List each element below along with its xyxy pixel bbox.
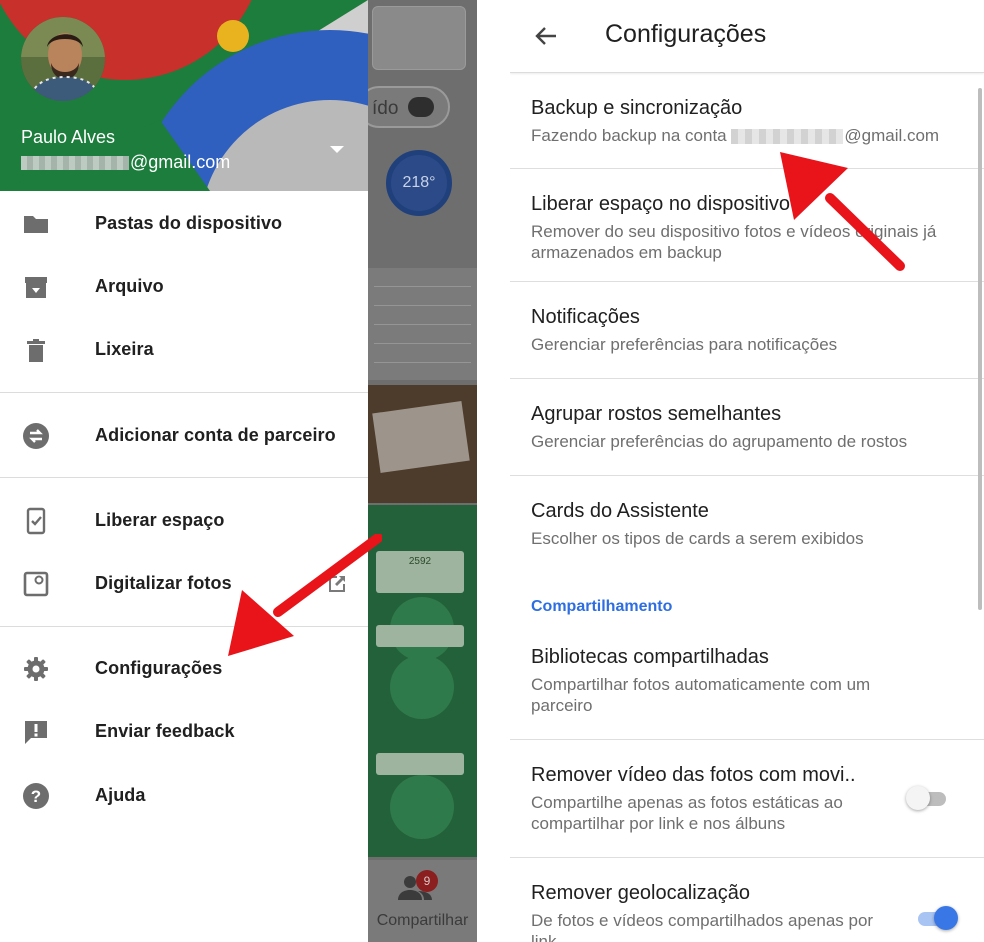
avatar-photo xyxy=(21,17,105,101)
setting-description: Escolher os tipos de cards a serem exibi… xyxy=(531,529,864,548)
setting-face-grouping[interactable]: Agrupar rostos semelhantes Gerenciar pre… xyxy=(510,379,984,475)
setting-title: Cards do Assistente xyxy=(531,500,709,522)
page-title: Configurações xyxy=(605,20,767,48)
background-list-card xyxy=(368,268,477,380)
gear-icon xyxy=(24,657,48,681)
setting-title: Liberar espaço no dispositivo xyxy=(531,193,791,215)
background-card-count: 2592 xyxy=(408,556,432,567)
drawer-item-device-folders[interactable]: Pastas do dispositivo xyxy=(0,196,368,252)
account-email-suffix: @gmail.com xyxy=(130,152,231,172)
drawer-item-label: Ajuda xyxy=(95,785,146,805)
settings-app-bar: Configurações xyxy=(510,0,984,73)
background-note-card xyxy=(376,625,464,647)
account-switcher-caret-icon[interactable] xyxy=(330,146,344,153)
setting-description: Compartilhar fotos automaticamente com u… xyxy=(531,675,871,715)
drawer-header: Paulo Alves @gmail.com xyxy=(0,0,368,191)
annotation-arrow-left xyxy=(228,534,382,656)
archive-icon xyxy=(25,277,47,298)
account-name: Paulo Alves xyxy=(21,127,116,147)
setting-description: Gerenciar preferências do agrupamento de… xyxy=(531,432,908,451)
account-email: @gmail.com xyxy=(21,152,230,173)
back-arrow-icon[interactable] xyxy=(530,20,562,52)
drawer-item-label: Lixeira xyxy=(95,339,154,359)
trash-icon xyxy=(27,339,45,362)
background-search-card xyxy=(372,6,466,70)
setting-assistant-cards[interactable]: Cards do Assistente Escolher os tipos de… xyxy=(510,476,984,586)
phone-check-icon xyxy=(26,507,46,535)
annotation-arrow-right xyxy=(780,152,905,271)
drawer-item-archive[interactable]: Arquivo xyxy=(0,259,368,315)
left-screenshot-panel: ído 218° 2592 9 Compartilhar Paulo Alves… xyxy=(0,0,477,942)
setting-shared-libraries[interactable]: Bibliotecas compartilhadas Compartilhar … xyxy=(510,622,984,739)
drawer-item-feedback[interactable]: Enviar feedback xyxy=(0,704,368,760)
setting-free-up-space[interactable]: Liberar espaço no dispositivo Remover do… xyxy=(510,169,984,281)
setting-title: Agrupar rostos semelhantes xyxy=(531,403,782,425)
navigation-drawer: Paulo Alves @gmail.com Pastas do disposi… xyxy=(0,0,368,942)
setting-notifications[interactable]: Notificações Gerenciar preferências para… xyxy=(510,282,984,378)
setting-title: Notificações xyxy=(531,306,640,328)
email-redaction xyxy=(731,129,844,145)
background-note-card xyxy=(376,753,464,775)
setting-backup-sync[interactable]: Backup e sincronização Fazendo backup na… xyxy=(510,73,984,168)
folder-icon xyxy=(24,216,48,233)
avatar[interactable] xyxy=(21,17,105,101)
setting-title: Remover vídeo das fotos com movi.. xyxy=(531,764,856,786)
background-photo xyxy=(368,385,477,503)
setting-description-suffix: @gmail.com xyxy=(844,126,940,145)
cloud-icon xyxy=(408,97,434,117)
gauge-unit: ° xyxy=(429,174,436,191)
setting-description: De fotos e vídeos compartilhados apenas … xyxy=(531,911,874,942)
scrollbar[interactable] xyxy=(978,88,982,610)
remove-motion-video-toggle[interactable] xyxy=(906,785,950,811)
drawer-item-label: Adicionar conta de parceiro xyxy=(95,425,336,445)
feedback-icon xyxy=(25,721,47,744)
setting-title: Backup e sincronização xyxy=(531,97,743,119)
background-bottom-nav: 9 Compartilhar xyxy=(368,860,477,942)
drawer-item-label: Configurações xyxy=(95,658,223,678)
background-storage-gauge: 218° xyxy=(386,150,452,216)
drawer-item-label: Pastas do dispositivo xyxy=(95,213,283,233)
setting-remove-motion-video[interactable]: Remover vídeo das fotos com movi.. Compa… xyxy=(510,740,984,857)
background-pill-text: ído xyxy=(372,98,399,119)
background-green-cards: 2592 xyxy=(368,505,477,857)
drawer-item-label: Digitalizar fotos xyxy=(95,573,232,593)
drawer-item-add-partner[interactable]: Adicionar conta de parceiro xyxy=(0,408,368,464)
drawer-divider xyxy=(0,477,368,478)
remove-geolocation-toggle[interactable] xyxy=(914,905,958,931)
partner-swap-icon xyxy=(23,423,49,449)
gauge-value: 218 xyxy=(402,174,430,191)
setting-title: Remover geolocalização xyxy=(531,882,751,904)
drawer-divider xyxy=(0,392,368,393)
drawer-item-label: Liberar espaço xyxy=(95,510,225,530)
email-redaction xyxy=(21,156,129,171)
drawer-item-label: Enviar feedback xyxy=(95,721,235,741)
setting-title: Bibliotecas compartilhadas xyxy=(531,646,769,668)
photoscan-icon xyxy=(23,571,49,597)
setting-description-prefix: Fazendo backup na conta xyxy=(531,126,732,145)
settings-screen: Configurações Backup e sincronização Faz… xyxy=(510,0,984,942)
background-status-pill: ído xyxy=(368,86,450,128)
drawer-item-help[interactable]: ? Ajuda xyxy=(0,768,368,824)
background-count-card: 2592 xyxy=(376,551,464,593)
background-illustration xyxy=(390,655,454,719)
drawer-item-trash[interactable]: Lixeira xyxy=(0,322,368,378)
drawer-item-label: Arquivo xyxy=(95,276,164,296)
background-illustration xyxy=(390,775,454,839)
notification-badge: 9 xyxy=(416,870,438,892)
setting-remove-geolocation[interactable]: Remover geolocalização De fotos e vídeos… xyxy=(510,858,984,942)
setting-description: Fazendo backup na conta @gmail.com xyxy=(531,125,981,146)
setting-description: Compartilhe apenas as fotos estáticas ao… xyxy=(531,793,843,833)
bottom-nav-label[interactable]: Compartilhar xyxy=(368,912,477,930)
help-icon: ? xyxy=(23,783,49,809)
setting-description: Gerenciar preferências para notificações xyxy=(531,335,838,354)
svg-text:?: ? xyxy=(31,787,41,806)
section-header-sharing: Compartilhamento xyxy=(531,598,673,615)
background-app-scrim[interactable]: ído 218° 2592 9 Compartilhar xyxy=(368,0,477,942)
